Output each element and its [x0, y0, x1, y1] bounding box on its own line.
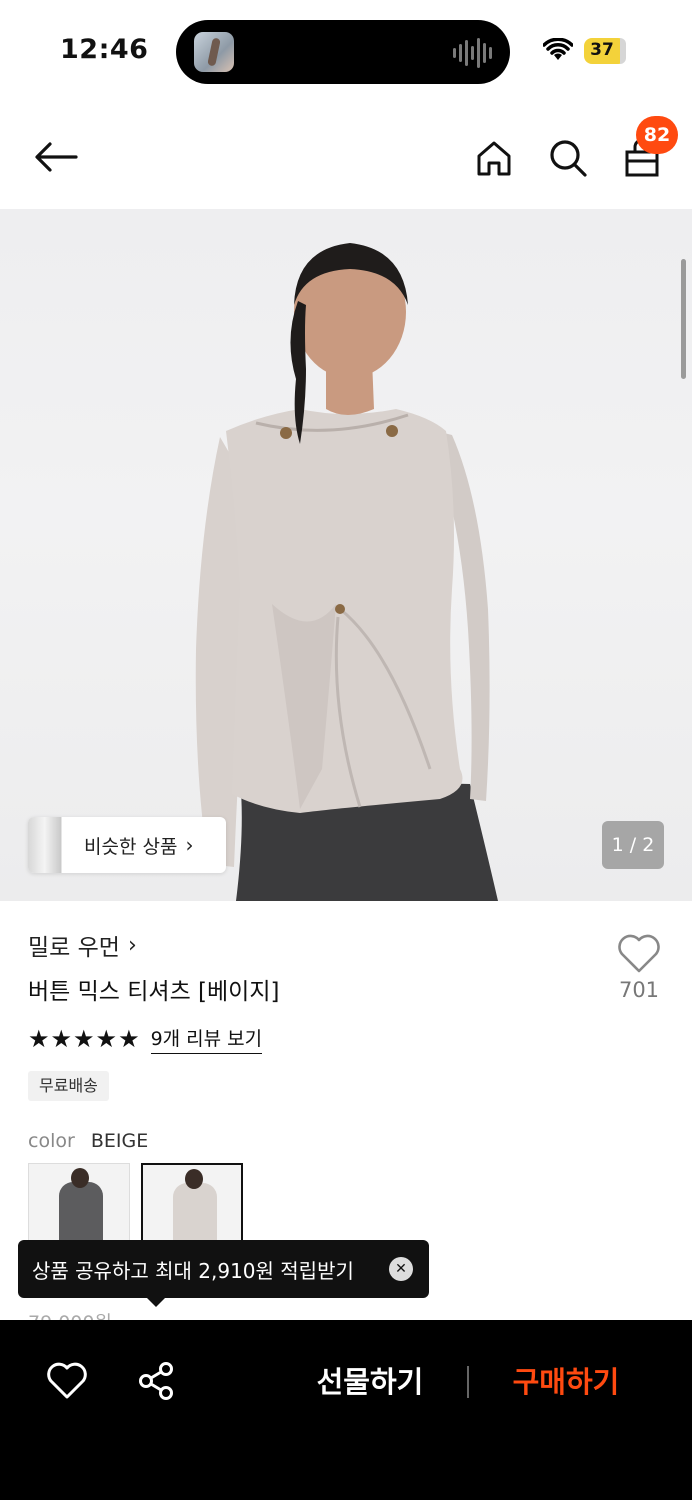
- audio-wave-icon: [453, 38, 492, 68]
- brand-link[interactable]: 밀로 우먼 ›: [28, 928, 137, 962]
- rating-row: ★★★★★ 9개 리뷰 보기: [28, 1024, 263, 1054]
- cart-count-badge: 82: [636, 116, 678, 154]
- gift-button[interactable]: 선물하기: [300, 1360, 440, 1404]
- search-icon: [550, 140, 587, 177]
- like-button[interactable]: 701: [610, 934, 668, 1002]
- star-rating: ★★★★★: [28, 1025, 141, 1053]
- product-image-carousel[interactable]: 비슷한 상품 › 1 / 2: [0, 209, 692, 901]
- share-reward-tooltip[interactable]: 상품 공유하고 최대 2,910원 적립받기 ✕: [18, 1240, 429, 1298]
- color-option-row: color BEIGE: [28, 1130, 148, 1152]
- chevron-right-icon: ›: [127, 932, 137, 958]
- color-swatch-gray[interactable]: [28, 1163, 130, 1245]
- color-swatch-beige[interactable]: [141, 1163, 243, 1245]
- close-icon[interactable]: ✕: [389, 1257, 413, 1281]
- home-button[interactable]: [468, 132, 520, 184]
- share-button[interactable]: [136, 1360, 178, 1402]
- home-icon: [477, 141, 511, 176]
- similar-product-thumbnail: [28, 817, 62, 873]
- dynamic-island[interactable]: [176, 20, 510, 84]
- search-button[interactable]: [542, 132, 594, 184]
- like-count: 701: [618, 978, 660, 1002]
- tooltip-tail: [146, 1297, 166, 1307]
- nav-bar: [0, 110, 692, 206]
- free-shipping-badge: 무료배송: [28, 1071, 109, 1101]
- view-reviews-link[interactable]: 9개 리뷰 보기: [150, 1024, 263, 1054]
- divider: [467, 1366, 469, 1398]
- buy-button[interactable]: 구매하기: [496, 1360, 636, 1404]
- product-title: 버튼 믹스 티셔츠 [베이지]: [28, 979, 280, 1005]
- wifi-icon: [543, 38, 573, 60]
- chevron-right-icon: ›: [185, 833, 194, 857]
- status-bar: 12:46 37: [0, 0, 692, 100]
- battery-level: 37: [590, 40, 614, 60]
- color-option-label: color: [28, 1130, 75, 1152]
- back-button[interactable]: [28, 132, 84, 182]
- battery-indicator: 37: [584, 38, 626, 64]
- share-icon: [139, 1362, 173, 1400]
- product-photo: [195, 243, 498, 901]
- scroll-indicator[interactable]: [681, 259, 686, 379]
- selected-color-value: BEIGE: [90, 1130, 149, 1152]
- share-reward-text: 상품 공유하고 최대 2,910원 적립받기: [32, 1258, 354, 1283]
- bottom-action-bar: 선물하기 구매하기: [0, 1320, 692, 1500]
- similar-products-label: 비슷한 상품: [84, 835, 178, 858]
- heart-icon: [47, 1362, 87, 1399]
- image-page-indicator: 1 / 2: [602, 821, 664, 869]
- wishlist-button[interactable]: [46, 1360, 88, 1402]
- now-playing-thumbnail: [194, 32, 234, 72]
- brand-name: 밀로 우먼: [28, 935, 120, 961]
- status-time: 12:46: [60, 34, 149, 65]
- heart-icon: [618, 934, 660, 973]
- similar-products-button[interactable]: 비슷한 상품 ›: [28, 817, 226, 873]
- back-arrow-icon: [35, 142, 78, 172]
